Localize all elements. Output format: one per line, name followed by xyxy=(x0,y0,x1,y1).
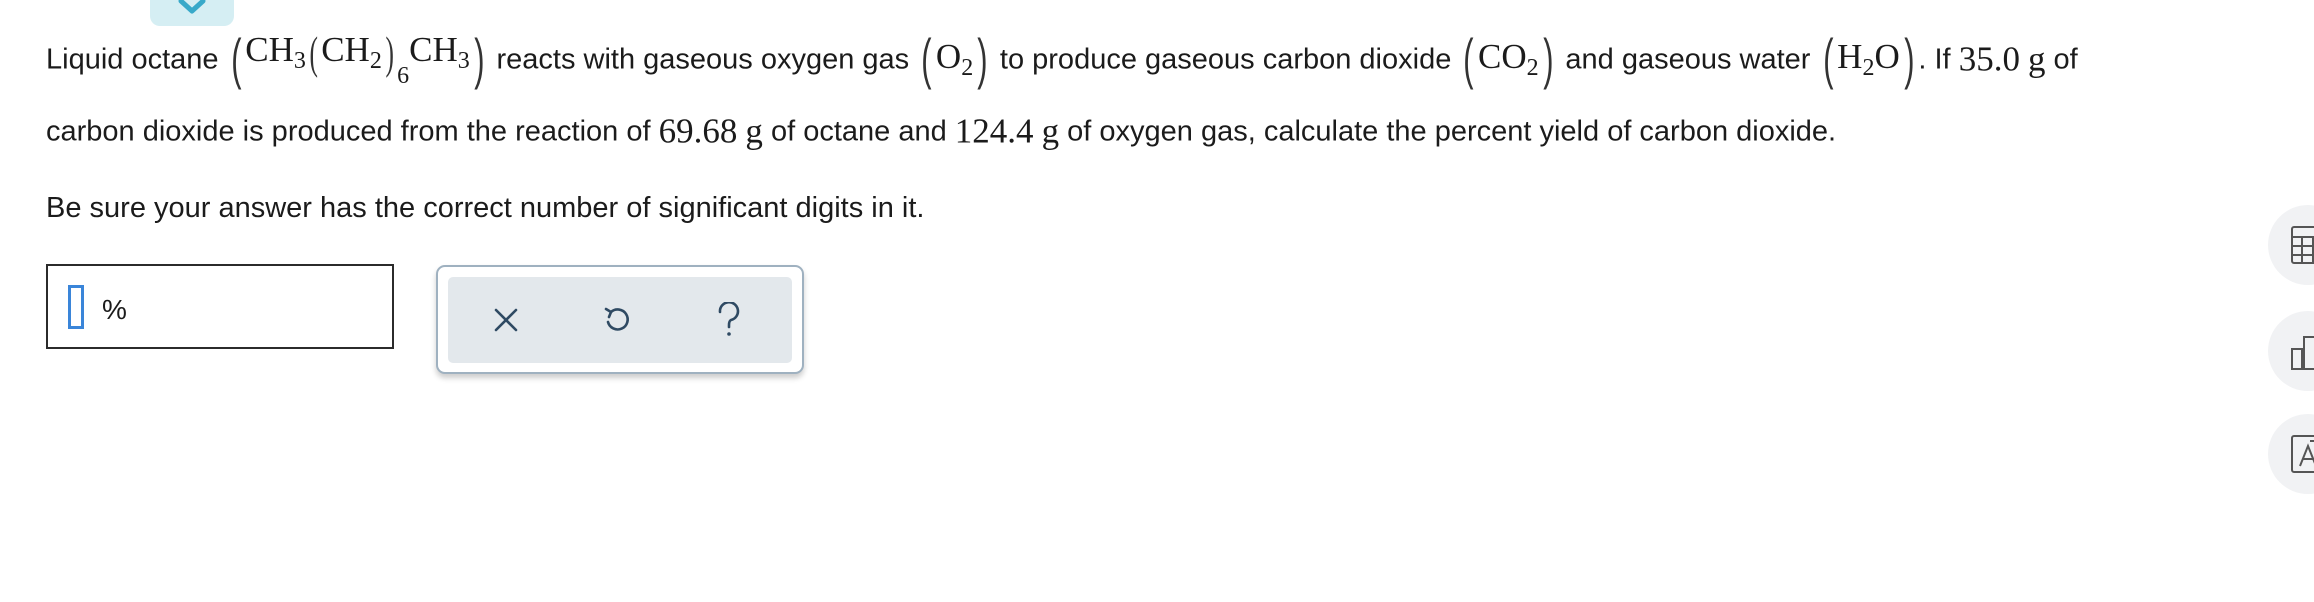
help-question-icon xyxy=(718,302,740,336)
question-text-segment: Liquid octane xyxy=(46,43,227,76)
question-text-segment: to produce gaseous carbon dioxide xyxy=(999,43,1460,76)
formula-co2: CO2 xyxy=(1478,36,1539,81)
clear-x-icon xyxy=(494,308,518,332)
question-line-2: carbon dioxide is produced from the reac… xyxy=(46,94,2266,166)
chevron-down-icon xyxy=(178,0,206,14)
question-text-segment: of oxygen gas, calculate the percent yie… xyxy=(1059,115,1837,148)
unit-grams: g xyxy=(1041,111,1060,151)
close-paren: ) xyxy=(473,27,485,91)
question-line-1: Liquid octane (CH3(CH2) 6CH3) reacts with… xyxy=(46,27,2078,91)
formula-water: H2O xyxy=(1837,36,1900,81)
mass-co2-value: 35.0 xyxy=(1958,39,2020,79)
formula-oxygen: O2 xyxy=(935,36,974,81)
question-text-segment: . If xyxy=(1918,43,1959,76)
data-chart-button[interactable] xyxy=(2268,311,2314,391)
sig-figs-note: Be sure your answer has the correct numb… xyxy=(46,192,925,224)
undo-button[interactable] xyxy=(594,297,640,343)
question-text-segment: carbon dioxide is produced from the reac… xyxy=(46,115,659,148)
formula-octane: CH3(CH2) 6CH3 xyxy=(245,27,470,90)
question-text-segment: reacts with gaseous oxygen gas xyxy=(496,43,918,76)
clear-button[interactable] xyxy=(483,297,529,343)
answer-input[interactable]: % xyxy=(46,264,394,349)
question-text-segment: of octane and xyxy=(762,115,955,148)
input-cursor-box[interactable] xyxy=(68,285,84,329)
answer-unit: % xyxy=(102,294,127,325)
mass-octane-value: 69.68 xyxy=(658,111,738,151)
undo-icon xyxy=(604,307,629,331)
answer-tools-bar xyxy=(448,277,792,363)
question-text-segment: of xyxy=(2045,43,2078,76)
calculator-button[interactable] xyxy=(2268,205,2314,285)
answer-tools-panel xyxy=(436,265,804,374)
mass-oxygen-value: 124.4 xyxy=(954,111,1034,151)
question-text-segment: and gaseous water xyxy=(1565,43,1819,76)
unit-grams: g xyxy=(2028,39,2046,79)
chart-icon xyxy=(2291,336,2314,370)
question-text: Liquid octane (CH3(CH2) 6CH3) reacts with… xyxy=(46,22,2266,238)
help-button[interactable] xyxy=(706,297,752,343)
calculator-icon xyxy=(2291,226,2314,264)
periodic-table-button[interactable] xyxy=(2268,414,2314,494)
unit-grams: g xyxy=(745,111,763,151)
open-paren: ( xyxy=(230,27,242,91)
periodic-table-icon xyxy=(2291,435,2314,473)
